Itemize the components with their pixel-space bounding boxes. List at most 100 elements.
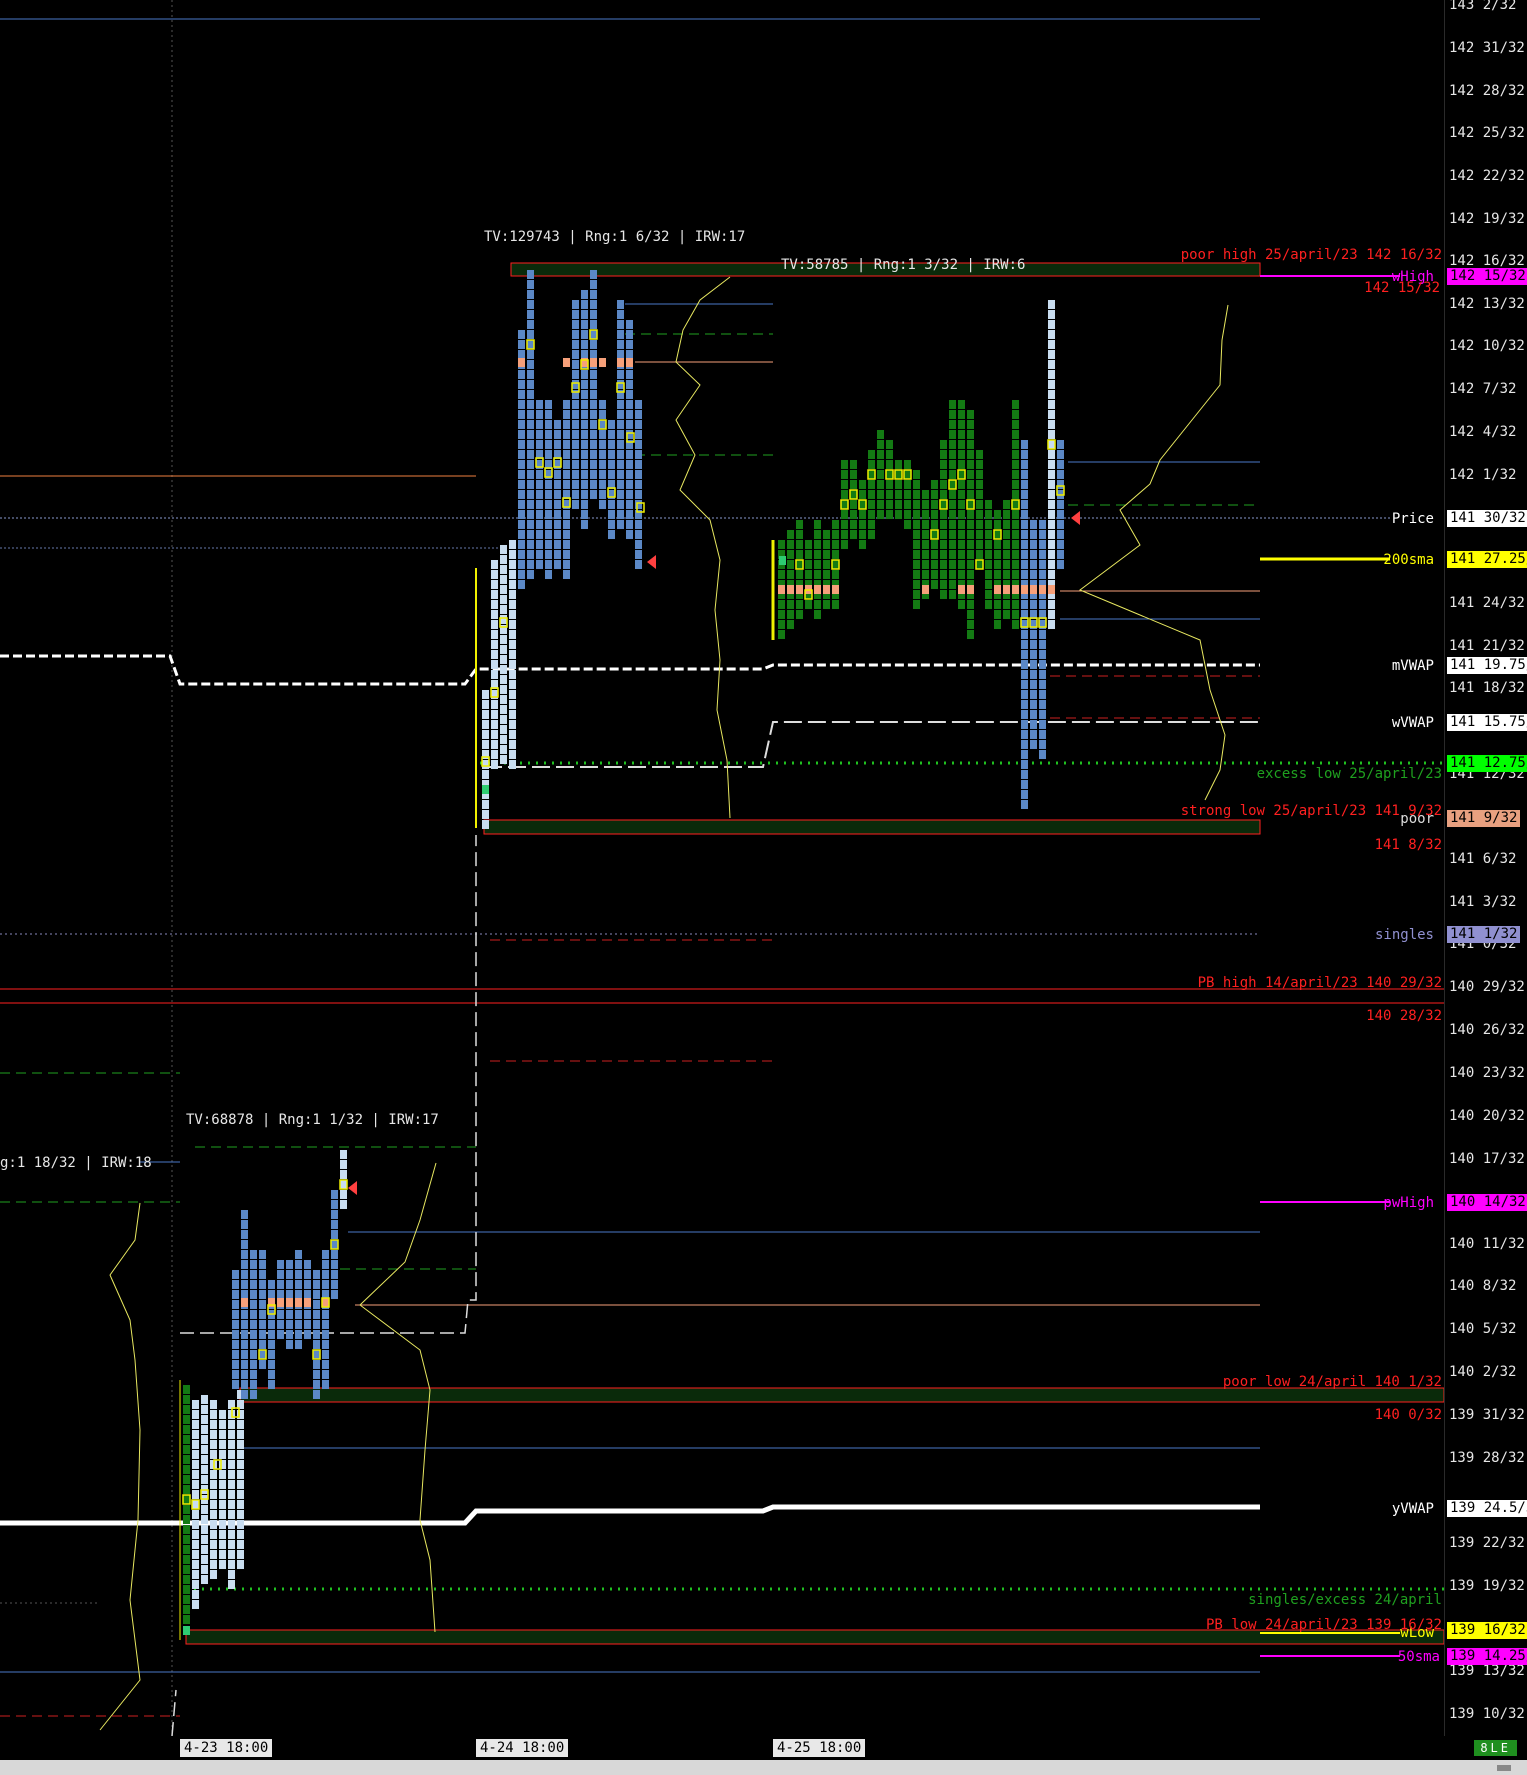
price-tick: 140 5/32 [1449, 1321, 1517, 1337]
tpo-block [967, 510, 974, 519]
price-tick: 142 13/32 [1449, 296, 1525, 312]
tpo-block [1057, 540, 1064, 549]
tpo-block [985, 580, 992, 589]
tpo-block [500, 715, 507, 724]
tpo-block [850, 510, 857, 519]
tpo-block [563, 530, 570, 539]
tpo-block [491, 700, 498, 709]
tpo-block [626, 420, 633, 429]
tpo-block [1039, 740, 1046, 749]
tpo-block [210, 1540, 217, 1549]
tpo-block [527, 550, 534, 559]
tpo-block [241, 1360, 248, 1369]
price-axis[interactable]: 143 2/32 142 31/32 142 28/32 142 25/32 142 2… [1444, 0, 1527, 1736]
tpo-block [976, 480, 983, 489]
tpo-block [868, 500, 875, 509]
tpo-block [832, 600, 839, 609]
chart-canvas[interactable]: Price200smamVWAPwVWAPpoorsinglespwHighyV… [0, 0, 1444, 1736]
tpo-block [331, 1270, 338, 1279]
tpo-block [192, 1470, 199, 1479]
tpo-block [500, 575, 507, 584]
tpo-block [958, 450, 965, 459]
tpo-block [518, 510, 525, 519]
tpo-block [210, 1530, 217, 1539]
tpo-block [250, 1320, 257, 1329]
tpo-block [554, 520, 561, 529]
tpo-block [913, 490, 920, 499]
tpo-block [527, 330, 534, 339]
tpo-block [1012, 480, 1019, 489]
tpo-block [536, 420, 543, 429]
strong-low-annotation: strong low 25/april/23 141 9/32 [1181, 803, 1442, 819]
status-badge[interactable]: 8LE [1474, 1740, 1517, 1756]
tpo-block [940, 560, 947, 569]
tpo-block [626, 520, 633, 529]
tpo-block [304, 1280, 311, 1289]
tpo-block [518, 480, 525, 489]
tpo-block [581, 390, 588, 399]
tpo-block [183, 1545, 190, 1554]
tpo-block [241, 1250, 248, 1259]
tpo-block [183, 1595, 190, 1604]
tpo-block [581, 410, 588, 419]
tpo-block [545, 490, 552, 499]
tpo-block [259, 1270, 266, 1279]
tpo-block [250, 1250, 257, 1259]
tpo-block [228, 1450, 235, 1459]
tpo-block [1003, 550, 1010, 559]
tpo-block [313, 1290, 320, 1299]
tpo-block [1048, 600, 1055, 609]
tpo-block [250, 1350, 257, 1359]
tpo-block [482, 785, 489, 794]
tpo-block [626, 320, 633, 329]
price-marker-s2 [647, 555, 656, 569]
tpo-block [237, 1500, 244, 1509]
tpo-block [967, 480, 974, 489]
tpo-block [967, 440, 974, 449]
tpo-block [599, 450, 606, 459]
price-tick: 140 29/32 [1449, 979, 1525, 995]
tpo-block [232, 1340, 239, 1349]
tpo-block [1039, 630, 1046, 639]
tpo-block [277, 1320, 284, 1329]
session-stats-s0: g:1 18/32 | IRW:18 [0, 1155, 152, 1171]
tpo-block [581, 350, 588, 359]
tpo-block [1021, 640, 1028, 649]
tpo-block [322, 1380, 329, 1389]
tpo-block [994, 510, 1001, 519]
tpo-block [626, 340, 633, 349]
tpo-block [527, 270, 534, 279]
tpo-block [931, 550, 938, 559]
tpo-block [322, 1330, 329, 1339]
tpo-block [201, 1555, 208, 1564]
tpo-block [1012, 430, 1019, 439]
tpo-block [295, 1310, 302, 1319]
tpo-block [1030, 700, 1037, 709]
tpo-block [904, 500, 911, 509]
price-tag: 140 14/32 [1447, 1194, 1527, 1211]
tpo-block [581, 320, 588, 329]
tpo-block [192, 1440, 199, 1449]
tpo-block [250, 1300, 257, 1309]
tpo-block [1030, 720, 1037, 729]
tpo-block [949, 510, 956, 519]
tpo-block [259, 1360, 266, 1369]
tpo-block [295, 1250, 302, 1259]
tpo-block [1039, 640, 1046, 649]
tpo-block [228, 1570, 235, 1579]
price-tick: 139 10/32 [1449, 1706, 1525, 1722]
tpo-block [949, 550, 956, 559]
resize-grip-icon[interactable] [1497, 1765, 1511, 1771]
tpo-block [1030, 585, 1037, 594]
tpo-block [581, 290, 588, 299]
tpo-block [277, 1298, 284, 1307]
tpo-block [1048, 610, 1055, 619]
tpo-block [295, 1270, 302, 1279]
tpo-block [241, 1298, 248, 1307]
tpo-block [527, 540, 534, 549]
tpo-block [286, 1270, 293, 1279]
tpo-block [823, 530, 830, 539]
tpo-block [608, 430, 615, 439]
tpo-block [805, 550, 812, 559]
tpo-block [590, 310, 597, 319]
